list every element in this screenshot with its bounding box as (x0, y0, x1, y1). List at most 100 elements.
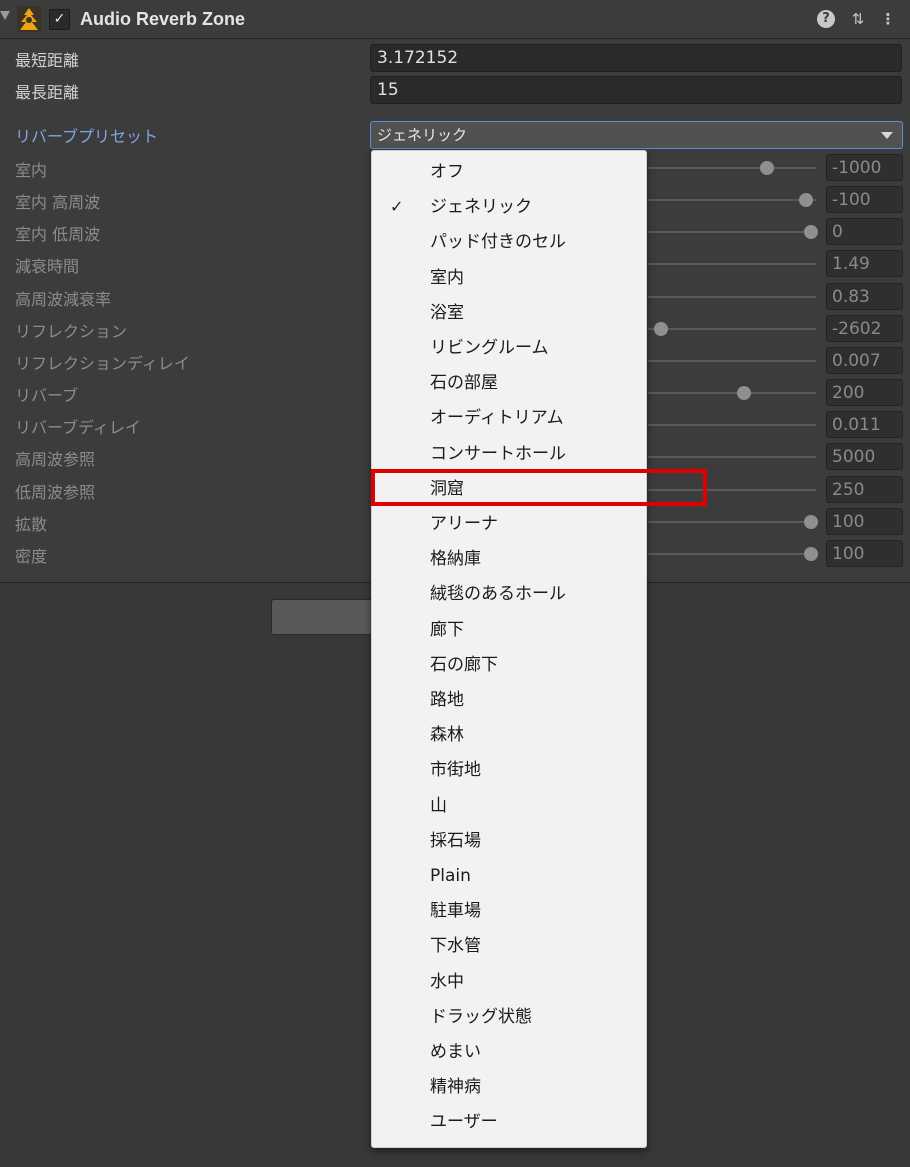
param-slider[interactable] (648, 225, 818, 240)
param-value-field[interactable]: 250 (826, 475, 903, 503)
preset-menu-item[interactable]: 石の部屋 (372, 368, 646, 398)
reverb-preset-dropdown[interactable]: ジェネリック (370, 121, 903, 149)
param-slider[interactable] (648, 161, 816, 175)
param-value-field[interactable]: 0 (826, 218, 903, 246)
help-icon[interactable]: ? (817, 10, 835, 28)
param-value-field[interactable]: 5000 (826, 443, 903, 471)
param-slider[interactable] (648, 295, 816, 298)
param-value-field[interactable]: 200 (826, 379, 903, 407)
param-label: 拡散 (15, 514, 48, 534)
preset-menu-item-label: 絨毯のあるホール (430, 584, 566, 605)
preset-menu-item[interactable]: ユーザー (372, 1107, 646, 1137)
preset-menu-item-label: 精神病 (430, 1077, 481, 1098)
preset-menu-item[interactable]: 駐車場 (372, 896, 646, 926)
preset-menu-item[interactable]: Plain (372, 861, 646, 891)
param-value-field[interactable]: 0.011 (826, 411, 903, 439)
preset-menu-item[interactable]: オフ (372, 157, 646, 187)
preset-menu-item[interactable]: 石の廊下 (372, 650, 646, 680)
preset-menu-item-label: ユーザー (430, 1112, 498, 1133)
preset-menu-item[interactable]: 路地 (372, 685, 646, 715)
preset-menu-item[interactable]: 室内 (372, 263, 646, 293)
preset-menu-item[interactable]: リビングルーム (372, 333, 646, 363)
preset-menu-item-label: 採石場 (430, 830, 481, 851)
preset-menu-item[interactable]: 浴室 (372, 298, 646, 328)
max-distance-field[interactable]: 15 (370, 76, 902, 104)
preset-menu-item[interactable]: ドラッグ状態 (372, 1002, 646, 1032)
param-label: 減衰時間 (15, 257, 80, 277)
preset-menu-item[interactable]: 山 (372, 791, 646, 821)
preset-menu-item[interactable]: アリーナ (372, 509, 646, 539)
preset-menu-item[interactable]: 格納庫 (372, 544, 646, 574)
preset-menu-item[interactable]: めまい (372, 1037, 646, 1067)
preset-menu-item-label: 廊下 (430, 619, 464, 640)
reverb-preset-value: ジェネリック (377, 126, 468, 144)
param-slider[interactable] (648, 263, 816, 266)
param-slider[interactable] (648, 456, 816, 459)
preset-menu-item-label: めまい (430, 1042, 481, 1062)
preset-menu-item-label: 水中 (430, 971, 464, 992)
param-slider[interactable] (648, 359, 816, 362)
enabled-checkbox[interactable]: ✓ (49, 9, 70, 30)
param-slider[interactable] (648, 386, 816, 401)
preset-menu-item[interactable]: 市街地 (372, 755, 646, 785)
preset-menu-item[interactable]: 下水管 (372, 931, 646, 961)
preset-menu-item-label: オフ (430, 162, 464, 182)
param-label: 高周波減衰率 (15, 289, 112, 309)
component-title: Audio Reverb Zone (80, 9, 246, 29)
preset-menu-item-label: パッド付きのセル (430, 232, 566, 253)
preset-menu-item-label: 市街地 (430, 760, 481, 781)
param-label: リバーブ (15, 386, 79, 406)
param-value-field[interactable]: -100 (826, 186, 903, 214)
checkmark-icon: ✓ (390, 197, 404, 217)
preset-menu-item-label: 山 (430, 795, 447, 816)
preset-menu-item[interactable]: 絨毯のあるホール (372, 579, 646, 609)
param-value-field[interactable]: 0.83 (826, 282, 903, 310)
preset-menu-item[interactable]: 水中 (372, 967, 646, 997)
param-label: 密度 (15, 546, 48, 566)
param-label: 室内 低周波 (15, 225, 101, 245)
preset-menu-item-label: 駐車場 (430, 901, 481, 922)
param-label: リフレクション (15, 321, 128, 341)
min-distance-field[interactable]: 3.172152 (370, 44, 902, 72)
preset-menu-item[interactable]: コンサートホール (372, 439, 646, 469)
presets-icon[interactable]: ⇅ (848, 10, 868, 28)
param-slider[interactable] (648, 514, 818, 529)
preset-menu-item-label: Plain (430, 866, 471, 886)
param-label: リフレクションディレイ (15, 353, 190, 373)
slider-knob[interactable] (736, 386, 751, 401)
preset-menu-item-label: アリーナ (430, 514, 498, 534)
preset-menu-item[interactable]: 採石場 (372, 826, 646, 856)
param-value-field[interactable]: -1000 (826, 154, 903, 181)
param-value-field[interactable]: 100 (826, 539, 903, 567)
foldout-arrow-icon[interactable] (0, 11, 10, 20)
param-value-field[interactable]: 100 (826, 507, 903, 535)
param-value-field[interactable]: 1.49 (826, 250, 903, 278)
preset-menu-item-label: 森林 (430, 725, 464, 746)
param-slider[interactable] (648, 321, 816, 336)
preset-menu-item-label: ドラッグ状態 (430, 1006, 532, 1027)
param-label: 低周波参照 (15, 482, 96, 502)
reverb-preset-menu: オフ ✓ ジェネリックパッド付きのセル室内浴室リビングルーム石の部屋オーディトリアム… (371, 150, 647, 1148)
preset-menu-item[interactable]: ✓ ジェネリック (372, 192, 646, 222)
slider-knob[interactable] (798, 193, 813, 208)
param-slider[interactable] (648, 193, 816, 208)
max-distance-label: 最長距離 (15, 83, 80, 102)
preset-menu-item[interactable]: オーディトリアム (372, 403, 646, 433)
reverb-preset-label: リバーブプリセット (15, 127, 159, 146)
min-distance-label: 最短距離 (15, 51, 80, 70)
preset-menu-item[interactable]: 精神病 (372, 1072, 646, 1102)
param-value-field[interactable]: -2602 (826, 314, 903, 342)
kebab-menu-icon[interactable]: ⋮ (880, 10, 896, 28)
slider-knob[interactable] (803, 546, 818, 561)
preset-menu-item-label: 下水管 (430, 936, 481, 957)
preset-menu-item-label: オーディトリアム (430, 408, 564, 429)
param-label: 室内 (15, 161, 48, 180)
param-slider[interactable] (648, 424, 816, 427)
preset-menu-item[interactable]: パッド付きのセル (372, 227, 646, 257)
preset-menu-item[interactable]: 廊下 (372, 615, 646, 645)
param-slider[interactable] (648, 546, 818, 561)
preset-menu-item-label: リビングルーム (430, 338, 549, 358)
slider-knob[interactable] (803, 514, 818, 529)
preset-menu-item[interactable]: 森林 (372, 720, 646, 750)
param-value-field[interactable]: 0.007 (826, 346, 903, 374)
